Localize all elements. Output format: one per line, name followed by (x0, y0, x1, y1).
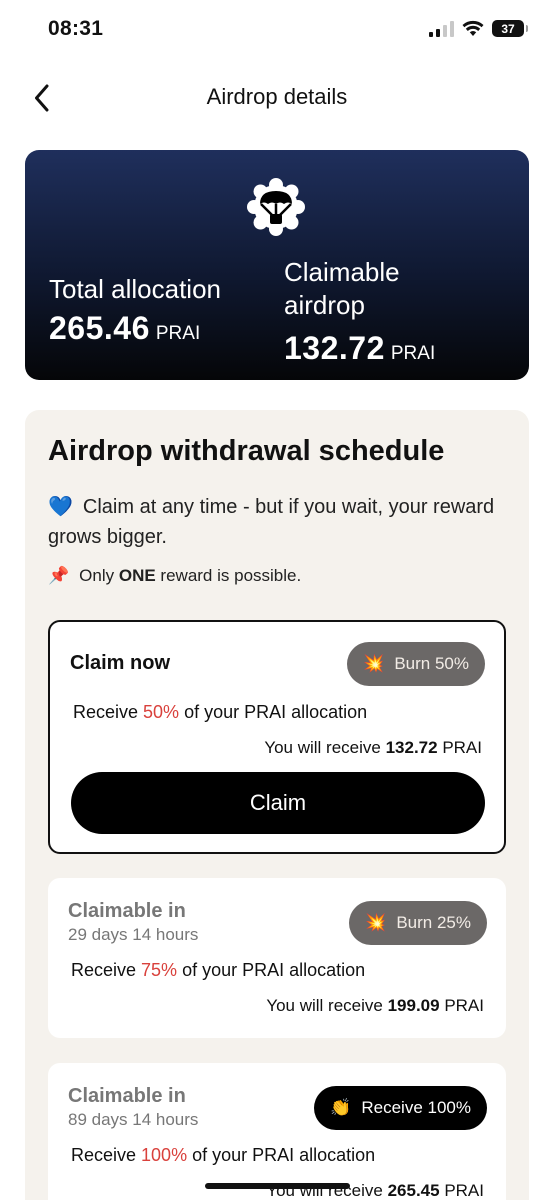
claimable-airdrop-label: Claimable airdrop (284, 257, 400, 320)
battery-icon: 37 (492, 20, 528, 37)
receive-percentage: Receive 100% of your PRAI allocation (71, 1145, 375, 1166)
receive-pre: Receive (71, 960, 142, 980)
you-unit: PRAI (439, 1181, 484, 1200)
badge-label: Burn 50% (394, 654, 469, 673)
badge-label: Receive 100% (361, 1098, 471, 1117)
badge-label: Burn 25% (396, 913, 471, 932)
pushpin-icon: 📌 (48, 566, 70, 585)
tier-claim-now: Claim now 💥 Burn 50% Receive 50% of your … (48, 620, 506, 854)
tier-title: Claimable in (68, 900, 186, 922)
total-allocation-unit: PRAI (155, 323, 201, 344)
tier-countdown: 89 days 14 hours (68, 1110, 199, 1129)
you-pre: You will receive (266, 996, 388, 1015)
you-will-receive: You will receive 132.72 PRAI (264, 738, 482, 758)
status-bar: 08:31 37 (0, 0, 554, 60)
note-bold: ONE (118, 566, 156, 585)
explosion-icon: 💥 (365, 913, 387, 932)
page-title: Airdrop details (206, 84, 348, 109)
tier-title: Claim now (70, 652, 171, 674)
receive-pct: 50% (143, 702, 180, 722)
receive-post: of your PRAI allocation (179, 702, 368, 722)
status-time: 08:31 (48, 17, 104, 40)
note-pre: Only (79, 566, 119, 585)
receive-percentage: Receive 50% of your PRAI allocation (73, 702, 367, 723)
receive-pre: Receive (71, 1145, 142, 1165)
claimable-airdrop-amount: 132.72 (284, 330, 385, 366)
tier-countdown: 29 days 14 hours (68, 925, 199, 944)
total-allocation-label: Total allocation (49, 274, 221, 304)
you-value: 132.72 (385, 738, 438, 757)
receive-pre: Receive (73, 702, 144, 722)
you-unit: PRAI (439, 996, 484, 1015)
cellular-signal-icon (429, 20, 454, 37)
schedule-note-wait: 💙 Claim at any time - but if you wait, yo… (48, 492, 508, 552)
you-value: 199.09 (387, 996, 440, 1015)
note-post: reward is possible. (155, 566, 302, 585)
explosion-icon: 💥 (363, 654, 385, 673)
you-value: 265.45 (387, 1181, 440, 1200)
tier-title: Claimable in (68, 1085, 186, 1107)
receive-post: of your PRAI allocation (187, 1145, 376, 1165)
tier-claimable-29-days: Claimable in 29 days 14 hours 💥 Burn 25% … (48, 878, 506, 1038)
schedule-note-one-reward: 📌 Only ONE reward is possible. (48, 566, 301, 586)
nav-bar: Airdrop details (0, 70, 554, 126)
home-indicator[interactable] (205, 1183, 350, 1189)
wifi-icon (462, 20, 484, 36)
total-allocation-amount: 265.46 (49, 310, 150, 346)
total-allocation-value: 265.46 PRAI (49, 310, 200, 347)
you-will-receive: You will receive 199.09 PRAI (266, 996, 484, 1016)
clapping-hands-icon: 👏 (330, 1098, 352, 1117)
receive-post: of your PRAI allocation (177, 960, 366, 980)
you-pre: You will receive (264, 738, 386, 757)
parachute-icon (247, 178, 305, 236)
receive-pct: 75% (141, 960, 178, 980)
blue-heart-icon: 💙 (48, 496, 73, 518)
schedule-title: Airdrop withdrawal schedule (48, 435, 445, 467)
burn-badge: 💥 Burn 50% (347, 642, 485, 686)
receive-percentage: Receive 75% of your PRAI allocation (71, 960, 365, 981)
schedule-note-wait-text: Claim at any time - but if you wait, you… (48, 496, 495, 548)
claim-button[interactable]: Claim (71, 772, 485, 834)
burn-badge: 💥 Burn 25% (349, 901, 487, 945)
claimable-airdrop-value: 132.72 PRAI (284, 330, 435, 367)
receive-badge: 👏 Receive 100% (314, 1086, 487, 1130)
withdrawal-schedule-panel: Airdrop withdrawal schedule 💙 Claim at an… (25, 410, 529, 1200)
tier-claimable-89-days: Claimable in 89 days 14 hours 👏 Receive 1… (48, 1063, 506, 1200)
status-icons: 37 (429, 20, 528, 37)
receive-pct: 100% (141, 1145, 188, 1165)
you-unit: PRAI (437, 738, 482, 757)
allocation-card: Total allocation 265.46 PRAI Claimable ai… (25, 150, 529, 380)
claimable-airdrop-unit: PRAI (390, 343, 436, 364)
